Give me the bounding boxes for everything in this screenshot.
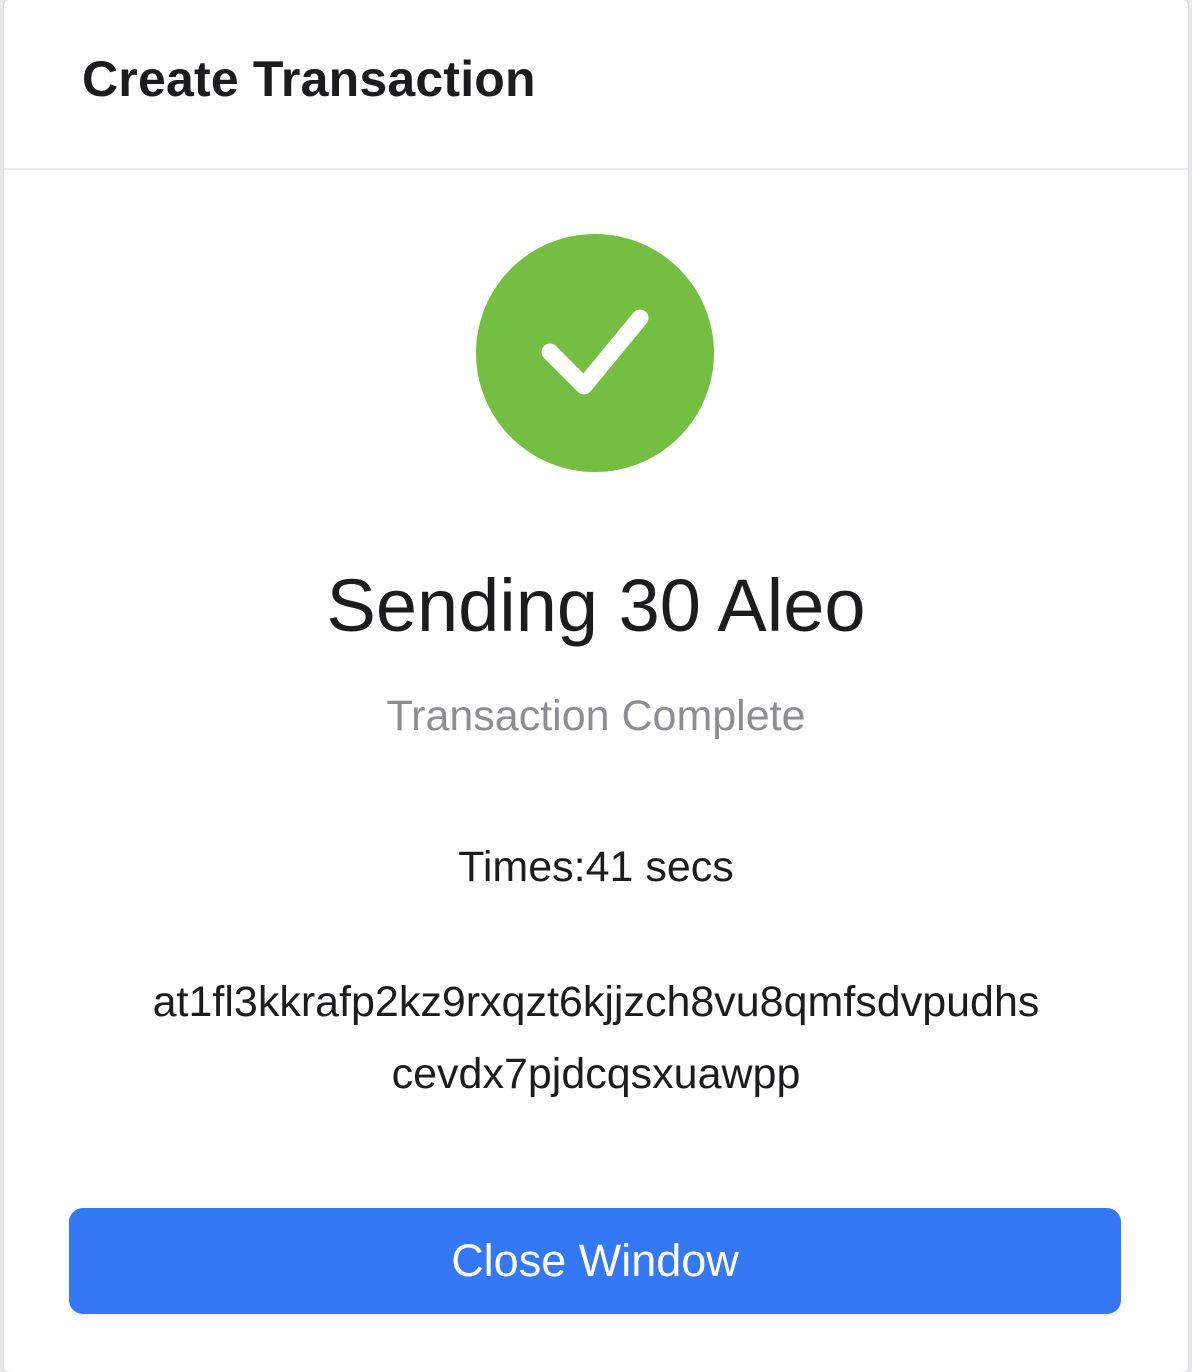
transaction-window: Create Transaction Sending 30 Aleo Trans… <box>4 0 1188 1372</box>
transaction-id-line-2: cevdx7pjdcqsxuawpp <box>391 1050 801 1098</box>
window-title: Create Transaction <box>82 51 536 107</box>
close-window-button[interactable]: Close Window <box>69 1208 1121 1314</box>
transaction-status: Transaction Complete <box>386 692 806 740</box>
transaction-id-line-1: at1fl3kkrafp2kz9rxqzt6kjjzch8vu8qmfsdvpu… <box>152 978 1040 1026</box>
checkmark-icon <box>541 309 649 395</box>
window-header: Create Transaction <box>4 0 1188 170</box>
success-checkmark-icon <box>476 234 714 472</box>
transaction-id: at1fl3kkrafp2kz9rxqzt6kjjzch8vu8qmfsdvpu… <box>64 966 1128 1110</box>
elapsed-time: Times:41 secs <box>458 843 734 891</box>
sending-amount: Sending 30 Aleo <box>326 564 866 647</box>
transaction-status-panel: Sending 30 Aleo Transaction Complete Tim… <box>4 170 1188 1370</box>
